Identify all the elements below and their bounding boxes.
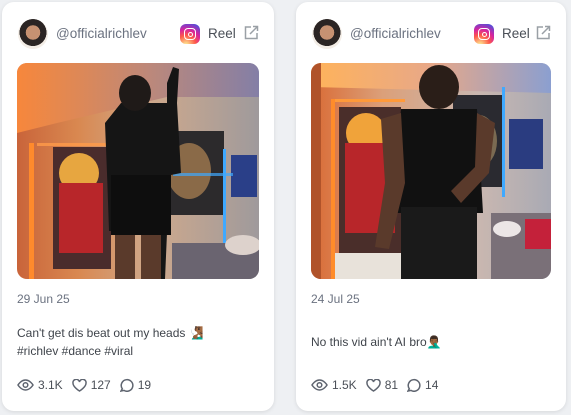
- caption-line: No this vid ain't AI bro🤦🏾‍♂️: [311, 335, 442, 349]
- comments-count: 19: [137, 378, 152, 392]
- views-stat: 3.1K: [17, 378, 63, 392]
- comment-icon: [119, 378, 134, 392]
- views-count: 3.1K: [38, 378, 63, 392]
- comments-count: 14: [425, 378, 439, 392]
- post-type-label: Reel: [208, 26, 236, 41]
- comment-icon: [407, 378, 421, 392]
- caption-hashtags[interactable]: #richlev #dance #viral: [17, 342, 262, 360]
- heart-icon: [365, 378, 381, 392]
- views-stat: 1.5K: [311, 378, 357, 392]
- post-card[interactable]: @officialrichlev Reel: [2, 2, 274, 411]
- instagram-icon: [180, 24, 200, 44]
- post-date: 29 Jun 25: [17, 292, 70, 306]
- post-stats: 1.5K 81 14: [311, 376, 447, 394]
- account-handle[interactable]: @officialrichlev: [350, 26, 441, 41]
- post-header: @officialrichlev Reel: [312, 19, 552, 49]
- post-stats: 3.1K 127 19: [17, 376, 160, 394]
- external-link-icon[interactable]: [534, 24, 552, 42]
- instagram-icon: [474, 24, 494, 44]
- comments-stat: 19: [119, 378, 152, 392]
- post-caption: No this vid ain't AI bro🤦🏾‍♂️: [311, 333, 554, 351]
- post-caption: Can't get dis beat out my heads 🧏🏾‍♂️ #r…: [17, 324, 262, 360]
- avatar[interactable]: [312, 19, 342, 49]
- account-handle[interactable]: @officialrichlev: [56, 26, 147, 41]
- post-date: 24 Jul 25: [311, 292, 360, 306]
- post-card[interactable]: @officialrichlev Reel: [296, 2, 566, 411]
- caption-line: Can't get dis beat out my heads 🧏🏾‍♂️: [17, 326, 204, 340]
- views-count: 1.5K: [332, 378, 357, 392]
- likes-count: 127: [90, 378, 111, 392]
- video-thumbnail[interactable]: [17, 63, 259, 279]
- likes-stat: 127: [71, 378, 111, 392]
- likes-stat: 81: [365, 378, 399, 392]
- avatar[interactable]: [18, 19, 48, 49]
- eye-icon: [17, 379, 34, 391]
- heart-icon: [71, 378, 87, 392]
- comments-stat: 14: [407, 378, 438, 392]
- eye-icon: [311, 379, 328, 391]
- external-link-icon[interactable]: [242, 24, 260, 42]
- post-type-label: Reel: [502, 26, 530, 41]
- likes-count: 81: [384, 378, 399, 392]
- post-header: @officialrichlev Reel: [18, 19, 260, 49]
- video-thumbnail[interactable]: [311, 63, 551, 279]
